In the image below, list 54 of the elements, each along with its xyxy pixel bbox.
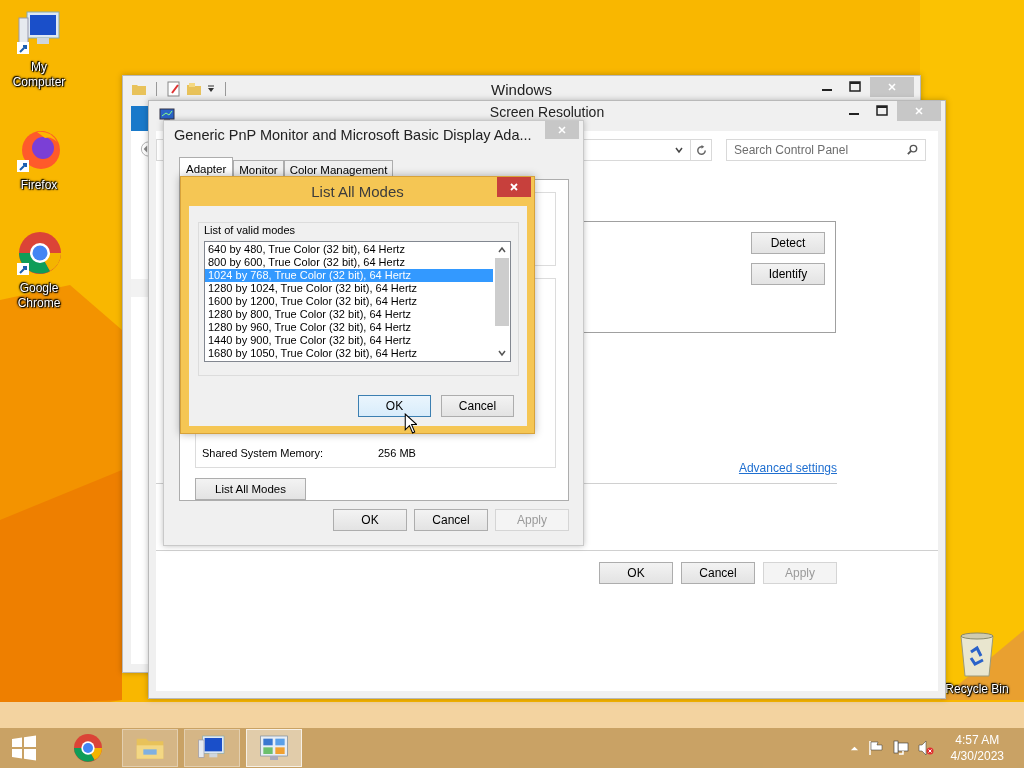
list-all-modes-button[interactable]: List All Modes: [195, 478, 306, 500]
window-title: Windows: [491, 80, 552, 98]
scroll-down-icon[interactable]: [496, 348, 507, 358]
dialog-button[interactable]: Cancel: [441, 395, 514, 417]
list-item[interactable]: 800 by 600, True Color (32 bit), 64 Hertz: [205, 256, 493, 269]
search-icon[interactable]: [906, 143, 919, 156]
dialog-button[interactable]: Cancel: [681, 562, 755, 584]
display-button[interactable]: Identify: [751, 263, 825, 285]
dropdown-icon[interactable]: [206, 84, 216, 94]
dialog-button[interactable]: OK: [333, 509, 407, 531]
taskbar-button[interactable]: [246, 729, 302, 767]
list-item[interactable]: 1680 by 1050, True Color (32 bit), 64 Hertz: [205, 347, 493, 360]
group-label: List of valid modes: [204, 224, 297, 236]
window-title: Screen Resolution: [489, 104, 605, 120]
dialog-title: Generic PnP Monitor and Microsoft Basic Display Ada...: [174, 127, 532, 143]
memory-value: 256 MB: [378, 447, 416, 459]
display-icon: [159, 107, 175, 123]
chrome-icon: [72, 732, 104, 764]
refresh-icon: [694, 143, 708, 157]
properties-icon[interactable]: [166, 81, 182, 97]
mouse-pointer-icon: [404, 413, 417, 434]
computer-icon[interactable]: [15, 8, 63, 56]
list-item[interactable]: 640 by 480, True Color (32 bit), 64 Hertz: [205, 243, 493, 256]
chevron-down-icon[interactable]: [674, 145, 684, 155]
close-icon: [557, 125, 567, 135]
list-item[interactable]: 1600 by 1200, True Color (32 bit), 64 Hertz: [205, 295, 493, 308]
display-button[interactable]: Detect: [751, 232, 825, 254]
list-item[interactable]: 1280 by 800, True Color (32 bit), 64 Hertz: [205, 308, 493, 321]
close-button[interactable]: [497, 177, 531, 197]
dialog-button[interactable]: OK: [358, 395, 431, 417]
advanced-settings-link[interactable]: Advanced settings: [738, 461, 837, 475]
list-item[interactable]: 1440 by 900, True Color (32 bit), 64 Hertz: [205, 334, 493, 347]
search-field[interactable]: Search Control Panel: [726, 139, 926, 161]
close-icon: [887, 82, 897, 92]
refresh-button[interactable]: [690, 139, 712, 161]
close-icon: [509, 182, 519, 192]
network-icon[interactable]: [892, 740, 909, 756]
chrome-icon[interactable]: [15, 229, 63, 277]
list-item[interactable]: 1280 by 960, True Color (32 bit), 64 Hertz: [205, 321, 493, 334]
scroll-up-icon[interactable]: [496, 245, 507, 255]
memory-label: Shared System Memory:: [202, 447, 325, 459]
close-icon: [914, 106, 924, 116]
tab[interactable]: Adapter: [179, 157, 234, 179]
dialog-button[interactable]: OK: [599, 562, 673, 584]
flag-icon[interactable]: [867, 740, 884, 756]
start-icon[interactable]: [10, 734, 38, 762]
modes-list[interactable]: [204, 241, 511, 362]
scroll-thumb[interactable]: [494, 258, 509, 326]
list-item[interactable]: 1280 by 1024, True Color (32 bit), 64 Hertz: [205, 282, 493, 295]
dialog-title: List All Modes: [310, 183, 405, 200]
taskbar-button[interactable]: [184, 729, 240, 767]
speaker-muted-icon[interactable]: [917, 740, 934, 756]
dialog-button[interactable]: Cancel: [414, 509, 488, 531]
file-tab[interactable]: [131, 106, 149, 131]
